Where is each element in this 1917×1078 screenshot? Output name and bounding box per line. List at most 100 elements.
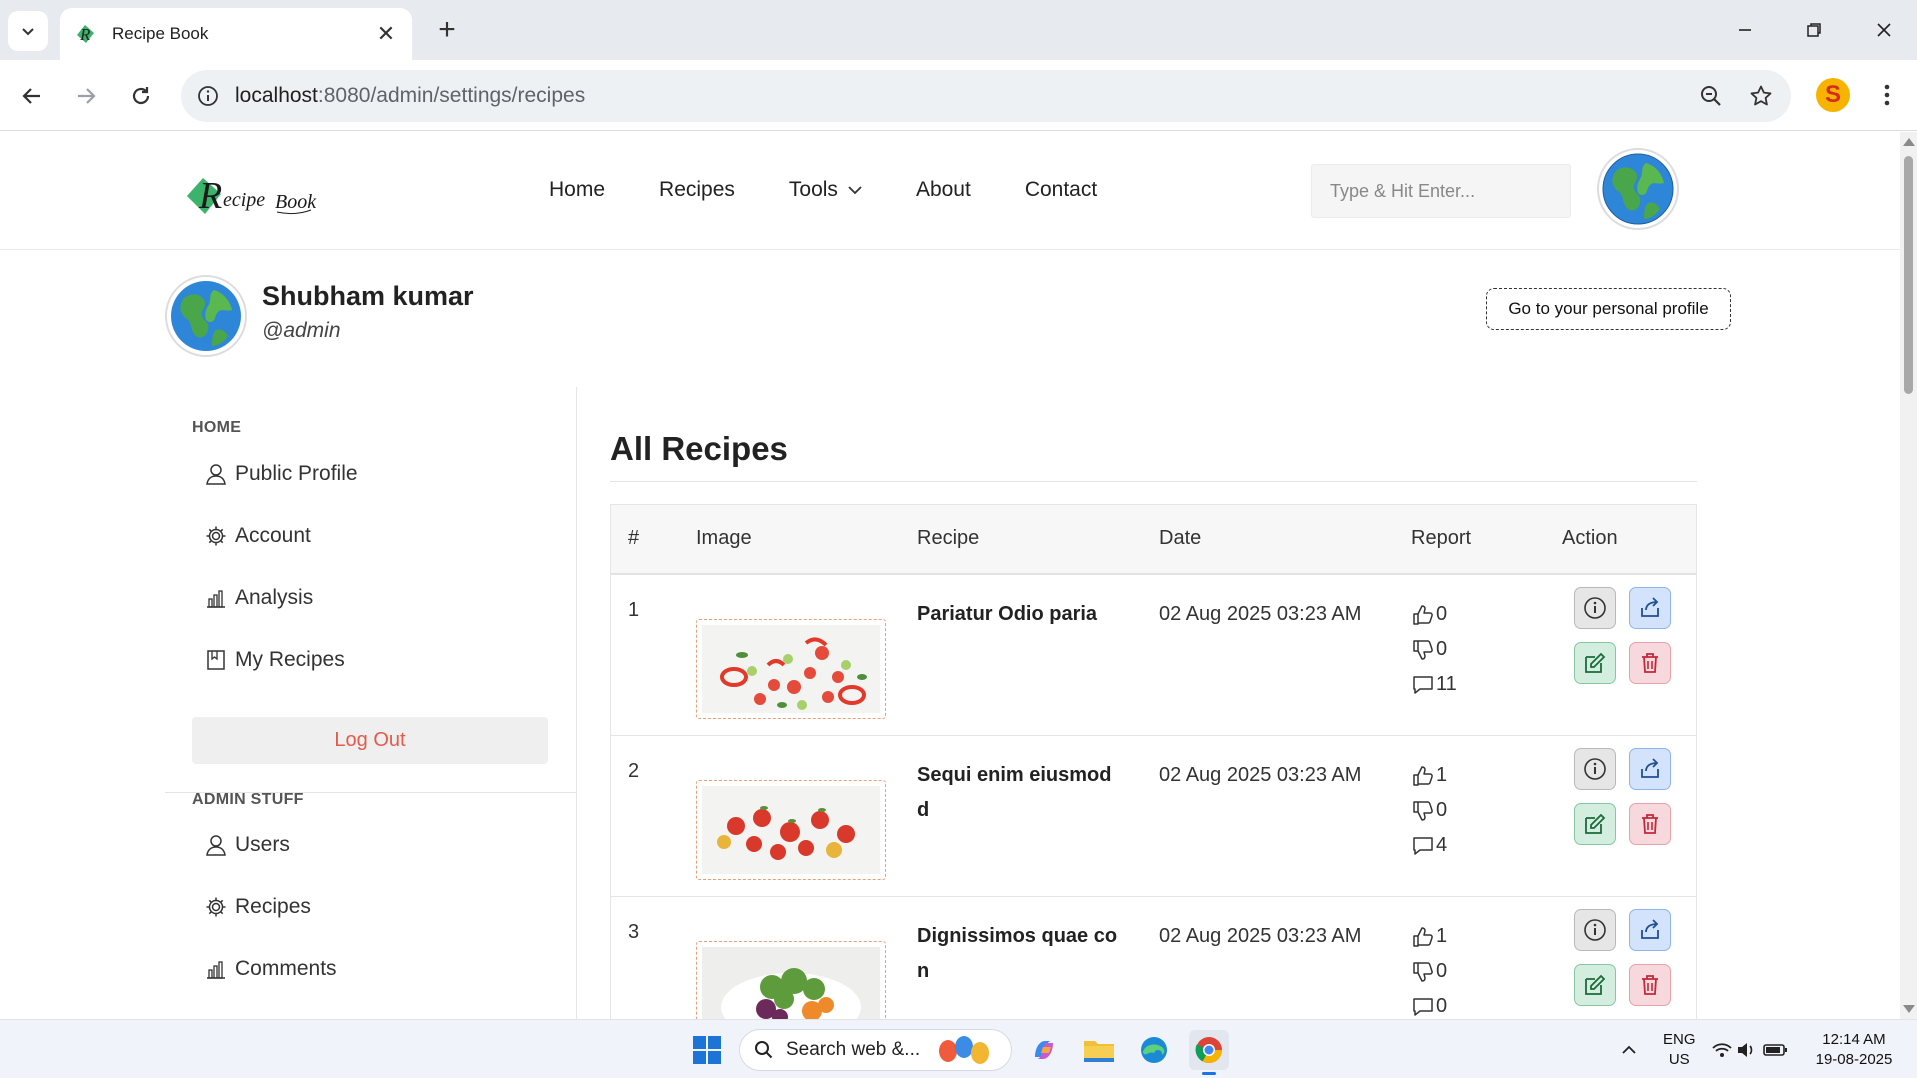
nav-about[interactable]: About xyxy=(916,178,971,202)
url-text[interactable]: localhost:8080/admin/settings/recipes xyxy=(235,84,1691,108)
share-button[interactable] xyxy=(1629,909,1671,951)
nav-tools[interactable]: Tools xyxy=(789,178,862,202)
sidebar-item-public-profile[interactable]: Public Profile xyxy=(205,462,358,486)
address-bar[interactable]: localhost:8080/admin/settings/recipes xyxy=(181,70,1791,122)
language-indicator[interactable]: ENG US xyxy=(1663,1030,1696,1070)
sidebar-item-my-recipes[interactable]: My Recipes xyxy=(205,648,345,672)
sidebar-item-users[interactable]: Users xyxy=(205,833,290,857)
close-window-icon[interactable] xyxy=(1864,12,1904,48)
sidebar-heading-admin: ADMIN STUFF xyxy=(192,791,304,808)
page-scrollbar[interactable] xyxy=(1900,132,1917,1019)
site-info-icon[interactable] xyxy=(195,83,221,109)
file-explorer-icon[interactable] xyxy=(1079,1030,1119,1070)
search-input[interactable] xyxy=(1330,180,1562,202)
scroll-up-arrow-icon[interactable] xyxy=(1903,138,1915,146)
recipe-thumbnail[interactable] xyxy=(696,619,886,719)
recipe-date: 02 Aug 2025 03:23 AM xyxy=(1159,603,1362,625)
comment-icon xyxy=(1411,834,1435,858)
wifi-icon xyxy=(1712,1043,1732,1057)
share-button[interactable] xyxy=(1629,587,1671,629)
browser-tab[interactable]: R Recipe Book ✕ xyxy=(60,8,412,60)
taskbar-search[interactable]: Search web &... xyxy=(739,1029,1012,1071)
column-header-number: # xyxy=(628,527,640,549)
zoom-icon[interactable] xyxy=(1691,76,1731,116)
forward-icon[interactable] xyxy=(66,76,106,116)
sidebar-item-comments[interactable]: Comments xyxy=(205,957,337,981)
personal-profile-button[interactable]: Go to your personal profile xyxy=(1486,288,1731,330)
minimize-icon[interactable] xyxy=(1725,12,1765,48)
edit-icon xyxy=(1585,652,1606,673)
recipe-name[interactable]: Pariatur Odio paria xyxy=(917,597,1127,632)
sidebar-item-account[interactable]: Account xyxy=(205,524,311,548)
title-divider xyxy=(610,481,1697,482)
back-icon[interactable] xyxy=(12,76,52,116)
restore-icon[interactable] xyxy=(1794,12,1834,48)
info-icon xyxy=(1584,597,1606,619)
page-title: All Recipes xyxy=(610,430,788,467)
chrome-icon[interactable] xyxy=(1189,1030,1229,1075)
site-logo[interactable]: R ecipe Book xyxy=(185,170,325,220)
scroll-down-arrow-icon[interactable] xyxy=(1903,1005,1915,1013)
share-button[interactable] xyxy=(1629,748,1671,790)
chevron-up-icon[interactable] xyxy=(1609,1030,1649,1070)
header-avatar[interactable] xyxy=(1597,148,1679,230)
clock-time: 12:14 AM xyxy=(1822,1031,1886,1048)
recipe-book-favicon-icon: R xyxy=(77,25,94,44)
sidebar-item-recipes[interactable]: Recipes xyxy=(205,895,311,919)
delete-button[interactable] xyxy=(1629,642,1671,684)
delete-button[interactable] xyxy=(1629,803,1671,845)
table-header: # Image Recipe Date Report Action xyxy=(611,505,1696,575)
reload-icon[interactable] xyxy=(121,76,161,116)
nav-contact[interactable]: Contact xyxy=(1025,178,1097,202)
bar-chart-icon xyxy=(205,958,227,980)
tab-search-button[interactable] xyxy=(8,11,48,51)
edit-button[interactable] xyxy=(1574,642,1616,684)
recipe-name[interactable]: Sequi enim eiusmod d xyxy=(917,758,1127,828)
bookmark-star-icon[interactable] xyxy=(1741,76,1781,116)
column-header-recipe: Recipe xyxy=(917,527,980,549)
edit-button[interactable] xyxy=(1574,803,1616,845)
tab-close-icon[interactable]: ✕ xyxy=(374,21,398,47)
thumbs-up-icon xyxy=(1411,764,1435,788)
logout-button[interactable]: Log Out xyxy=(192,717,548,764)
sidebar-heading-home: HOME xyxy=(192,419,242,436)
edit-button[interactable] xyxy=(1574,964,1616,1006)
browser-profile-avatar[interactable]: S xyxy=(1816,78,1850,112)
site-search xyxy=(1311,164,1571,218)
nav-recipes[interactable]: Recipes xyxy=(659,178,735,202)
sidebar-item-analysis[interactable]: Analysis xyxy=(205,586,313,610)
windows-start-icon[interactable] xyxy=(693,1036,721,1064)
nav-home[interactable]: Home xyxy=(549,178,605,202)
globe-icon xyxy=(1602,153,1674,225)
clock[interactable]: 12:14 AM 19-08-2025 xyxy=(1810,1030,1898,1070)
recipe-thumbnail[interactable] xyxy=(696,941,886,1019)
copilot-icon[interactable] xyxy=(1024,1030,1064,1070)
scroll-thumb[interactable] xyxy=(1904,156,1913,394)
edge-icon[interactable] xyxy=(1134,1030,1174,1070)
comments-count: 11 xyxy=(1436,673,1457,695)
likes-count: 1 xyxy=(1436,764,1448,786)
system-tray-icons[interactable] xyxy=(1710,1030,1790,1070)
row-number: 2 xyxy=(628,760,640,782)
dislikes-count: 0 xyxy=(1436,799,1448,821)
info-button[interactable] xyxy=(1574,748,1616,790)
browser-tab-strip: R Recipe Book ✕ + xyxy=(0,0,1917,60)
sidebar-item-label: My Recipes xyxy=(235,648,345,671)
comments-count: 0 xyxy=(1436,995,1448,1017)
info-button[interactable] xyxy=(1574,909,1616,951)
delete-button[interactable] xyxy=(1629,964,1671,1006)
page-viewport: R ecipe Book Home Recipes Tools About Co… xyxy=(0,132,1900,1019)
recipe-thumbnail[interactable] xyxy=(696,780,886,880)
recipe-name[interactable]: Dignissimos quae con xyxy=(917,919,1127,989)
new-tab-icon[interactable]: + xyxy=(430,14,464,48)
taskbar-search-text: Search web &... xyxy=(786,1039,921,1060)
thumbs-up-icon xyxy=(1411,925,1435,949)
dislikes-count: 0 xyxy=(1436,638,1448,660)
info-button[interactable] xyxy=(1574,587,1616,629)
share-icon xyxy=(1641,919,1659,939)
thumbs-down-icon xyxy=(1411,638,1435,662)
windows-taskbar: Search web &... ENG US 12:14 AM 19-08-20… xyxy=(0,1019,1917,1078)
browser-menu-icon[interactable] xyxy=(1870,78,1904,112)
thumbs-down-icon xyxy=(1411,960,1435,984)
svg-text:ecipe: ecipe xyxy=(223,189,265,211)
